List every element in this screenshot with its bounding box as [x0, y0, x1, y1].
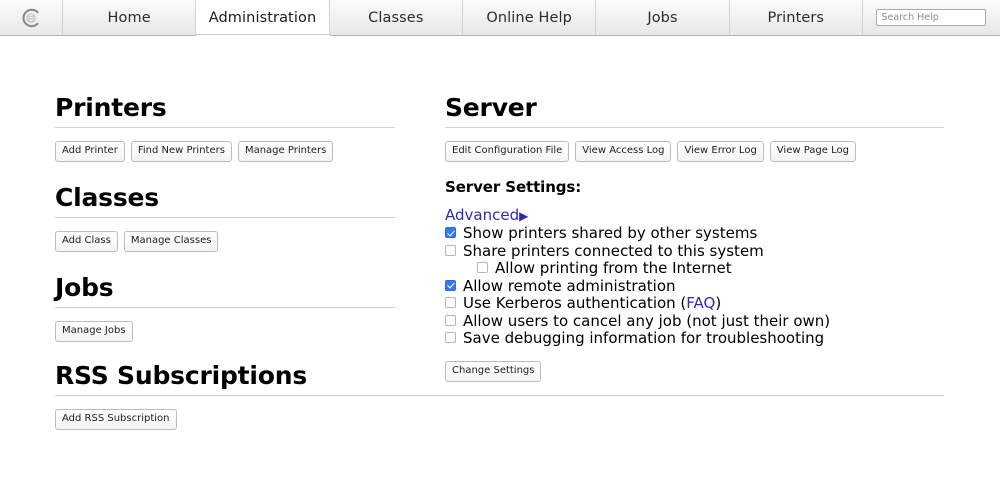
cups-logo[interactable] [0, 0, 63, 35]
classes-heading: Classes [55, 184, 395, 218]
rss-button-row: Add RSS Subscription [55, 409, 944, 430]
option-row-share-printers[interactable]: Share printers connected to this system [445, 241, 944, 260]
option-row-show-shared-printers[interactable]: Show printers shared by other systems [445, 225, 944, 242]
option-label-cancel-any-job: Allow users to cancel any job (not just … [463, 311, 831, 330]
search-input[interactable] [876, 9, 987, 26]
advanced-settings-link[interactable]: Advanced▶ [445, 206, 528, 224]
option-row-kerberos[interactable]: Use Kerberos authentication (FAQ) [445, 295, 944, 312]
find-new-printers-button[interactable]: Find New Printers [130, 141, 232, 162]
jobs-button-row: Manage Jobs [55, 321, 395, 342]
checkbox-cancel-any-job[interactable] [445, 314, 456, 326]
checkbox-allow-remote-admin[interactable] [445, 279, 456, 291]
option-row-save-debugging[interactable]: Save debugging information for troublesh… [445, 330, 944, 347]
printers-button-row: Add Printer Find New Printers Manage Pri… [55, 141, 395, 162]
option-label-kerberos-suffix: ) [715, 294, 722, 312]
manage-classes-button[interactable]: Manage Classes [123, 231, 219, 252]
option-row-allow-remote-admin[interactable]: Allow remote administration [445, 276, 944, 295]
checkbox-save-debugging[interactable] [445, 332, 456, 343]
server-heading: Server [445, 94, 944, 128]
classes-button-row: Add Class Manage Classes [55, 231, 395, 252]
printers-heading: Printers [55, 94, 395, 128]
tab-administration[interactable]: Administration [196, 0, 330, 36]
tab-online-help[interactable]: Online Help [462, 0, 597, 35]
option-label-save-debugging: Save debugging information for troublesh… [463, 329, 825, 347]
rss-section: RSS Subscriptions Add RSS Subscription [55, 362, 944, 430]
left-column: Printers Add Printer Find New Printers M… [55, 94, 395, 342]
checkbox-kerberos[interactable] [445, 297, 456, 308]
option-label-share-printers: Share printers connected to this system [463, 241, 764, 260]
tab-classes[interactable]: Classes [329, 0, 463, 35]
option-row-cancel-any-job[interactable]: Allow users to cancel any job (not just … [445, 311, 944, 330]
add-class-button[interactable]: Add Class [55, 231, 118, 252]
add-rss-subscription-button[interactable]: Add RSS Subscription [55, 409, 177, 430]
option-label-show-shared-printers: Show printers shared by other systems [463, 224, 758, 242]
tab-printers[interactable]: Printers [729, 0, 863, 35]
option-label-kerberos: Use Kerberos authentication (FAQ) [463, 295, 721, 312]
view-page-log-button[interactable]: View Page Log [769, 141, 856, 162]
add-printer-button[interactable]: Add Printer [55, 141, 125, 162]
right-column: Server Edit Configuration File View Acce… [445, 94, 944, 382]
server-button-row: Edit Configuration File View Access Log … [445, 141, 944, 162]
option-label-allow-remote-admin: Allow remote administration [463, 276, 676, 295]
checkbox-show-shared-printers[interactable] [445, 227, 456, 238]
advanced-settings-label: Advanced [445, 206, 520, 224]
option-row-allow-internet-printing[interactable]: Allow printing from the Internet [445, 260, 944, 277]
faq-link[interactable]: FAQ [686, 294, 715, 312]
manage-printers-button[interactable]: Manage Printers [237, 141, 334, 162]
manage-jobs-button[interactable]: Manage Jobs [55, 321, 133, 342]
option-label-kerberos-text: Use Kerberos authentication ( [463, 294, 687, 312]
main-navigation-bar: Home Administration Classes Online Help … [0, 0, 1000, 36]
search-container [862, 0, 1000, 35]
jobs-heading: Jobs [55, 274, 395, 308]
view-error-log-button[interactable]: View Error Log [677, 141, 764, 162]
triangle-right-icon: ▶ [519, 209, 529, 223]
cups-c-logo-icon [20, 7, 42, 29]
tab-home[interactable]: Home [63, 0, 197, 35]
tab-jobs[interactable]: Jobs [596, 0, 730, 35]
view-access-log-button[interactable]: View Access Log [575, 141, 672, 162]
checkbox-allow-internet-printing[interactable] [477, 262, 488, 273]
server-settings-heading: Server Settings: [445, 178, 582, 196]
rss-subscriptions-heading: RSS Subscriptions [55, 362, 944, 396]
checkbox-share-printers[interactable] [445, 244, 456, 256]
option-label-allow-internet-printing: Allow printing from the Internet [495, 259, 732, 277]
edit-configuration-file-button[interactable]: Edit Configuration File [445, 141, 570, 162]
